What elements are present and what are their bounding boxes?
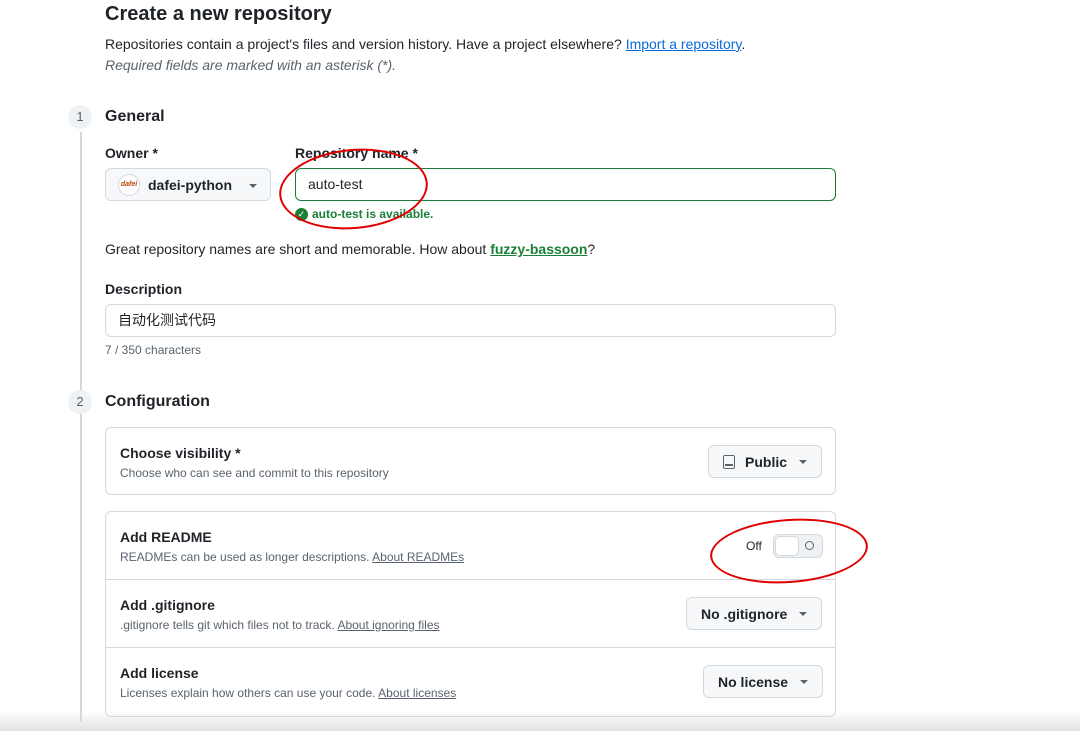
description-input[interactable]: 自动化测试代码 (105, 304, 836, 337)
options-box: Add README READMEs can be used as longer… (105, 511, 836, 717)
license-select[interactable]: No license (703, 665, 824, 698)
description-label: Description (105, 281, 183, 297)
repo-name-label: Repository name * (295, 145, 418, 161)
readme-desc: READMEs can be used as longer descriptio… (120, 550, 465, 564)
owner-avatar: dafei (118, 173, 140, 196)
import-repository-link[interactable]: Import a repository (626, 36, 742, 52)
license-row: Add license Licenses explain how others … (106, 648, 835, 716)
owner-label: Owner * (105, 145, 158, 161)
owner-select[interactable]: dafei dafei-python (105, 168, 271, 201)
visibility-box: Choose visibility * Choose who can see a… (105, 427, 836, 495)
gitignore-row: Add .gitignore .gitignore tells git whic… (106, 580, 835, 648)
character-count: 7 / 350 characters (105, 343, 202, 357)
chevron-down-icon (249, 184, 257, 188)
required-fields-note: Required fields are marked with an aster… (105, 57, 397, 73)
visibility-select[interactable]: Public (708, 445, 823, 478)
visibility-title: Choose visibility * (120, 445, 241, 461)
step-timeline (80, 132, 82, 722)
readme-toggle-label: Off (746, 539, 762, 553)
about-readmes-link[interactable]: About READMEs (372, 550, 464, 564)
step-number-2: 2 (68, 390, 92, 414)
gitignore-select[interactable]: No .gitignore (686, 597, 823, 630)
repo-icon (723, 454, 735, 469)
check-circle-icon: ✓ (295, 207, 308, 221)
page-title: Create a new repository (105, 3, 332, 25)
repo-name-input[interactable]: auto-test (295, 168, 836, 201)
license-desc: Licenses explain how others can use your… (120, 686, 457, 700)
visibility-row: Choose visibility * Choose who can see a… (106, 428, 835, 496)
visibility-desc: Choose who can see and commit to this re… (120, 466, 389, 480)
gitignore-title: Add .gitignore (120, 597, 215, 613)
availability-message: ✓ auto-test is available. (295, 207, 433, 221)
chevron-down-icon (799, 459, 808, 464)
suggested-name-link[interactable]: fuzzy-bassoon (490, 241, 587, 257)
step-number-1: 1 (68, 105, 92, 129)
readme-toggle[interactable] (773, 534, 823, 558)
intro-text: Repositories contain a project's files a… (105, 34, 745, 76)
about-ignoring-files-link[interactable]: About ignoring files (337, 618, 439, 632)
license-title: Add license (120, 665, 199, 681)
chevron-down-icon (800, 679, 809, 684)
readme-title: Add README (120, 529, 212, 545)
section-title-general: General (105, 108, 165, 125)
name-suggestion: Great repository names are short and mem… (105, 241, 596, 257)
section-title-configuration: Configuration (105, 393, 210, 410)
readme-row: Add README READMEs can be used as longer… (106, 512, 835, 580)
bottom-edge-shadow (0, 711, 1080, 731)
chevron-down-icon (799, 611, 808, 616)
circle-off-icon (805, 541, 814, 550)
owner-name: dafei-python (148, 176, 232, 193)
toggle-knob (775, 536, 799, 556)
gitignore-desc: .gitignore tells git which files not to … (120, 618, 440, 632)
about-licenses-link[interactable]: About licenses (378, 686, 456, 700)
